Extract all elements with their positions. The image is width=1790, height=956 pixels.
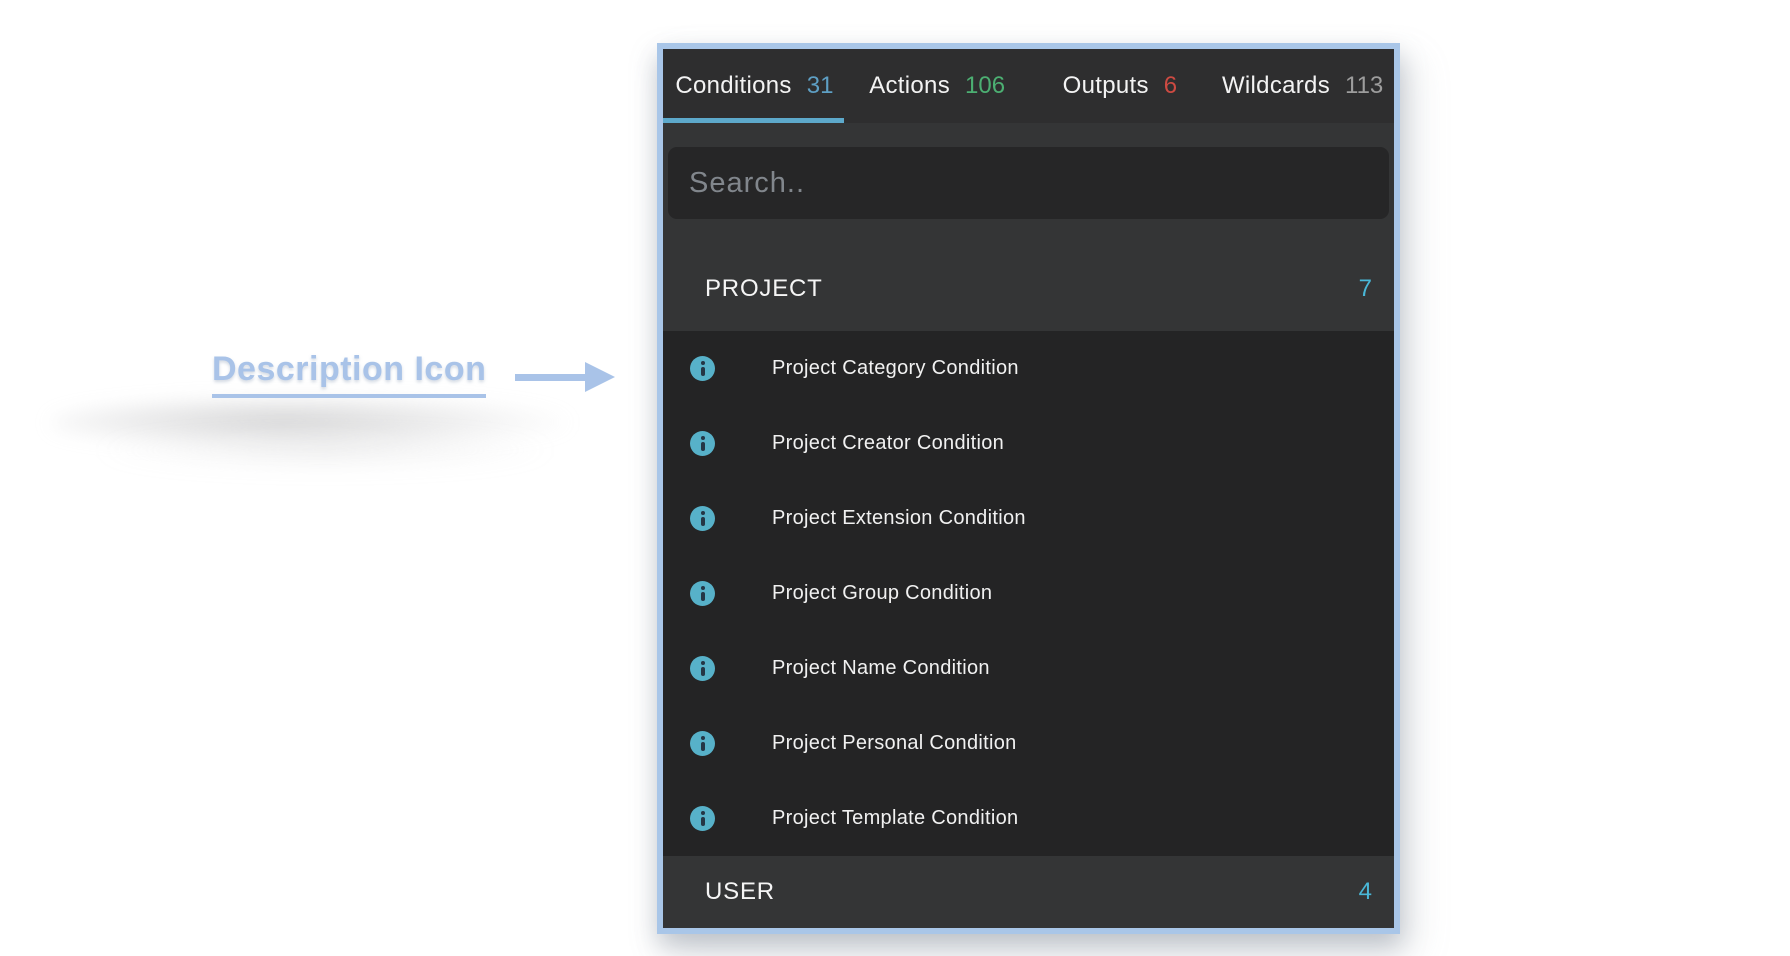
tab-count-badge: 106 (965, 72, 1005, 100)
tab-wildcards[interactable]: Wildcards 113 (1211, 49, 1394, 123)
search-input[interactable] (668, 147, 1389, 219)
info-icon[interactable] (690, 431, 715, 456)
tab-count-badge: 113 (1345, 72, 1383, 100)
info-icon[interactable] (690, 731, 715, 756)
info-icon[interactable] (690, 656, 715, 681)
tab-actions[interactable]: Actions 106 (846, 49, 1029, 123)
condition-list-item[interactable]: Project Template Condition (663, 781, 1394, 856)
tab-count-badge: 31 (807, 72, 834, 100)
condition-item-label: Project Extension Condition (772, 507, 1026, 530)
tab-label: Outputs (1063, 72, 1149, 100)
info-icon[interactable] (690, 356, 715, 381)
info-icon[interactable] (690, 581, 715, 606)
condition-item-list: Project Category Condition Project Creat… (663, 331, 1394, 856)
tab-conditions[interactable]: Conditions 31 (663, 49, 846, 123)
tab-count-badge: 6 (1164, 72, 1177, 100)
condition-item-label: Project Name Condition (772, 657, 990, 680)
arrow-head (585, 362, 615, 392)
tab-label: Actions (869, 72, 950, 100)
page: Description Icon Conditions 31 Actions 1… (0, 0, 1790, 956)
section-header-project[interactable]: PROJECT 7 (663, 231, 1394, 331)
tab-outputs[interactable]: Outputs 6 (1029, 49, 1212, 123)
active-tab-underline (663, 118, 844, 123)
condition-item-label: Project Group Condition (772, 582, 992, 605)
condition-list-item[interactable]: Project Personal Condition (663, 706, 1394, 781)
tab-label: Conditions (675, 72, 791, 100)
condition-list-item[interactable]: Project Creator Condition (663, 406, 1394, 481)
condition-list-item[interactable]: Project Category Condition (663, 331, 1394, 406)
info-icon[interactable] (690, 806, 715, 831)
section-count: 4 (1359, 878, 1372, 906)
condition-item-label: Project Creator Condition (772, 432, 1004, 455)
section-header-user[interactable]: USER 4 (663, 856, 1394, 928)
rule-palette-panel: Conditions 31 Actions 106 Outputs 6 Wild… (657, 43, 1400, 934)
condition-list-item[interactable]: Project Group Condition (663, 556, 1394, 631)
condition-list-item[interactable]: Project Extension Condition (663, 481, 1394, 556)
arrow-shaft (515, 374, 589, 381)
condition-item-label: Project Category Condition (772, 357, 1019, 380)
search-area (663, 123, 1394, 231)
condition-item-label: Project Template Condition (772, 807, 1018, 830)
tab-bar: Conditions 31 Actions 106 Outputs 6 Wild… (663, 49, 1394, 123)
info-icon[interactable] (690, 506, 715, 531)
condition-item-label: Project Personal Condition (772, 732, 1017, 755)
annotation-shadow-smudge (90, 430, 560, 470)
section-name: USER (705, 878, 775, 906)
section-name: PROJECT (705, 275, 823, 303)
annotation-arrow-icon (515, 362, 617, 392)
section-count: 7 (1359, 275, 1372, 303)
tab-label: Wildcards (1222, 72, 1330, 100)
condition-list-item[interactable]: Project Name Condition (663, 631, 1394, 706)
annotation-description-icon-label: Description Icon (212, 350, 486, 398)
